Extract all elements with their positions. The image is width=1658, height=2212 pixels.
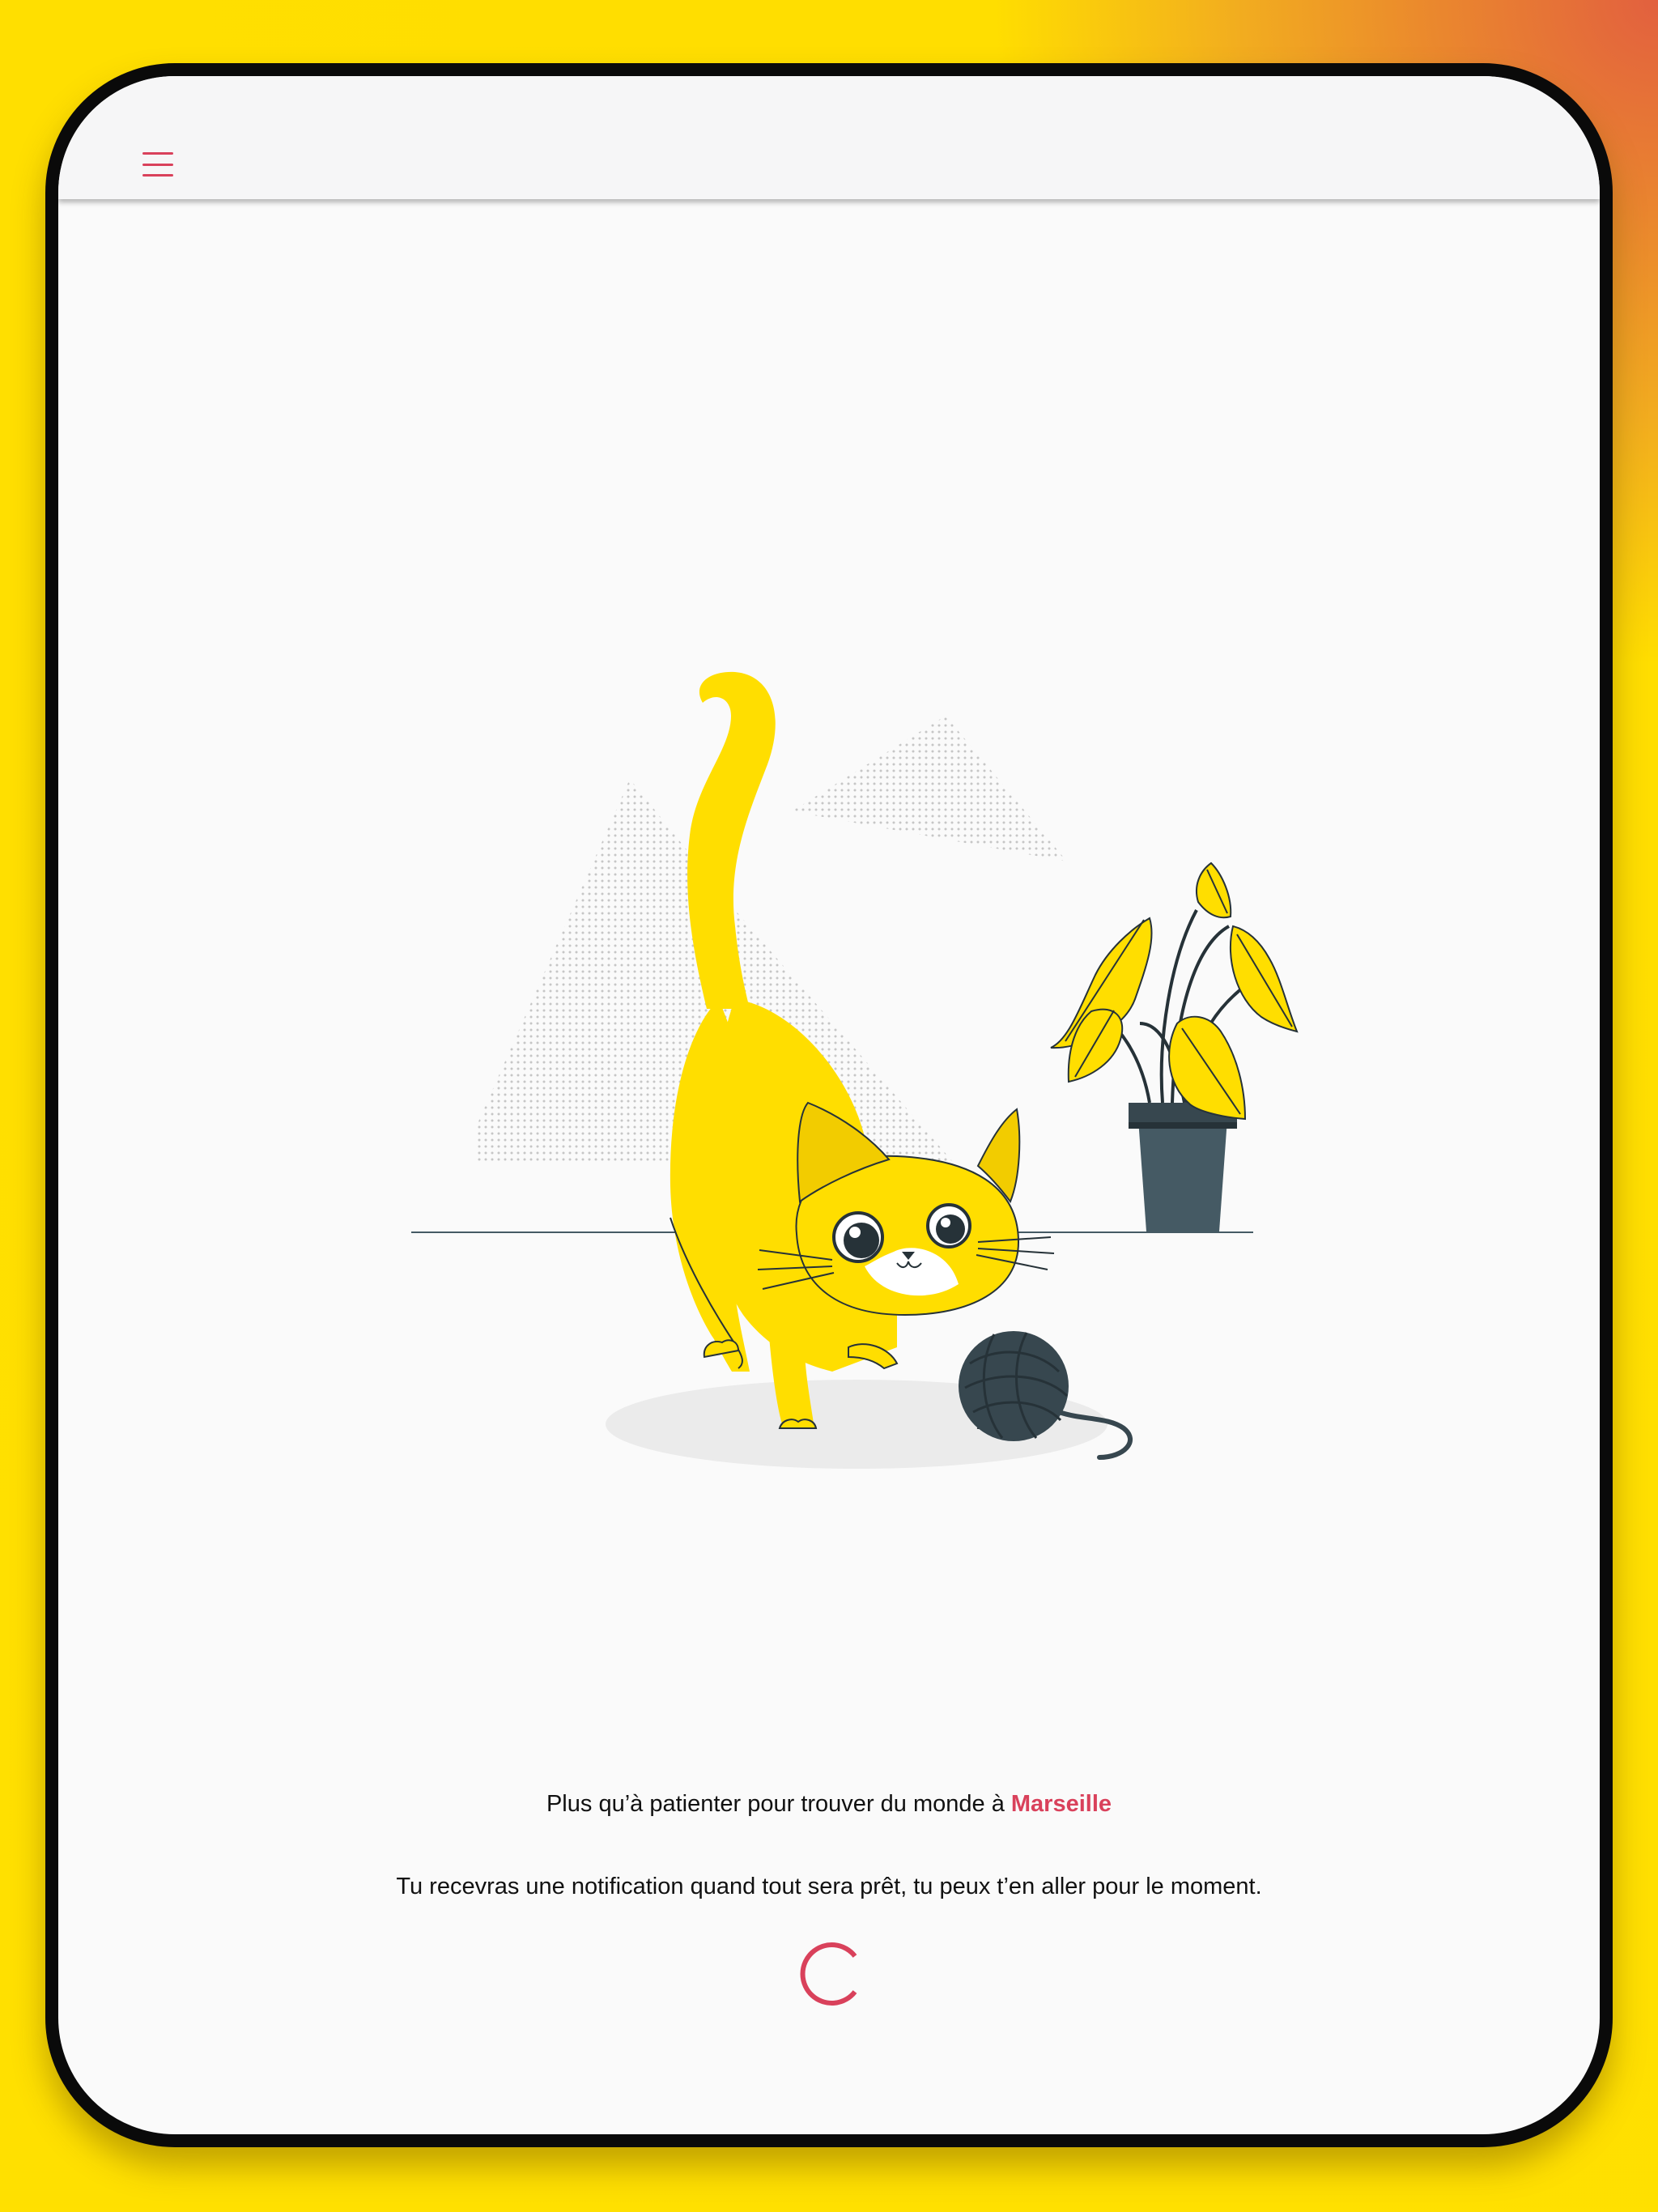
menu-line xyxy=(142,152,173,155)
app-screen: Plus qu’à patienter pour trouver du mond… xyxy=(45,63,1613,2147)
waiting-prefix: Plus qu’à patienter pour trouver du mond… xyxy=(546,1791,1011,1817)
notification-message: Tu recevras une notification quand tout … xyxy=(396,1874,1262,1899)
cat-playing-illustration xyxy=(411,671,1299,1469)
hamburger-menu-icon[interactable] xyxy=(142,152,173,177)
waiting-message: Plus qu’à patienter pour trouver du mond… xyxy=(58,1791,1600,1818)
menu-line xyxy=(142,163,173,166)
menu-line xyxy=(142,174,173,177)
plant-icon xyxy=(1050,861,1299,1231)
city-name: Marseille xyxy=(1010,1791,1112,1817)
loading-spinner-icon xyxy=(800,1942,857,2006)
top-app-bar xyxy=(58,76,1600,199)
